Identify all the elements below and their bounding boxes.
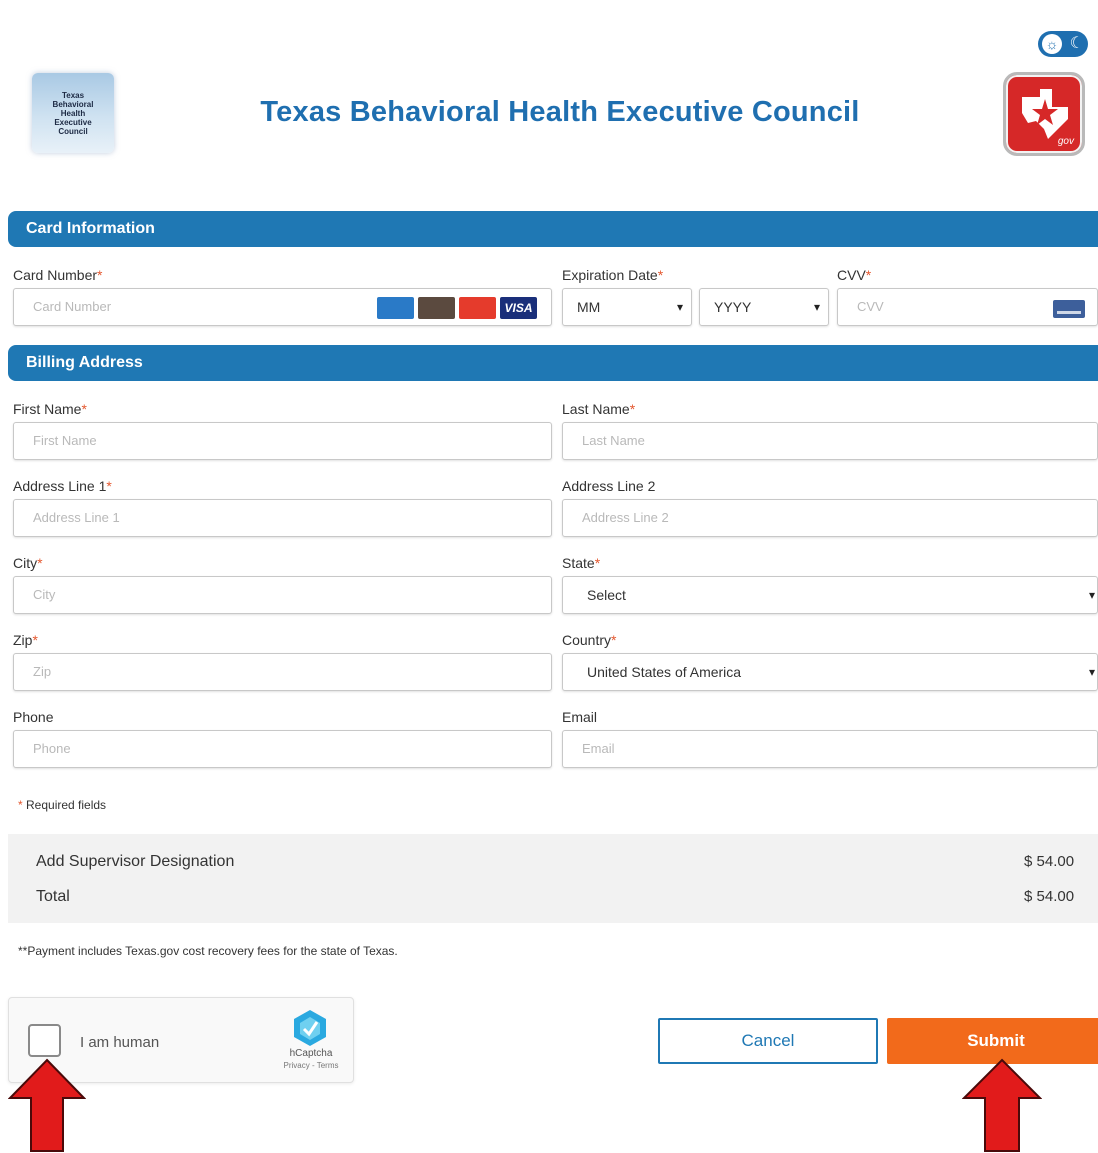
expiration-year-select[interactable]: YYYY ▾ [699,288,829,326]
phone-input[interactable]: Phone [13,730,552,768]
chevron-down-icon: ▾ [1088,665,1095,679]
country-select[interactable]: United States of America ▾ [562,653,1098,691]
texasgov-logo: gov [1003,72,1085,156]
cvv-placeholder: CVV [857,299,884,314]
expiration-month-select[interactable]: MM ▾ [562,288,692,326]
zip-input[interactable]: Zip [13,653,552,691]
council-logo-text: Texas Behavioral Health Executive Counci… [52,90,94,136]
cvv-label: CVV* [837,267,872,283]
annotation-arrow-submit [962,1058,1042,1152]
address-line-1-label: Address Line 1* [13,478,112,494]
card-number-label: Card Number* [13,267,103,283]
state-value: Select [587,587,626,603]
first-name-input[interactable]: First Name [13,422,552,460]
expiration-date-label: Expiration Date* [562,267,664,283]
moon-icon: ☾ [1069,35,1084,52]
country-value: United States of America [587,664,742,680]
phone-label: Phone [13,709,54,725]
state-label: State* [562,555,601,571]
city-input[interactable]: City [13,576,552,614]
amex-icon [377,297,414,319]
order-summary: Add Supervisor Designation $ 54.00 Total… [8,834,1098,923]
discover-icon [418,297,455,319]
billing-address-header: Billing Address [8,345,1098,381]
required-fields-note: * Required fields [18,798,107,812]
total-amount: $ 54.00 [1024,888,1075,905]
state-select[interactable]: Select ▾ [562,576,1098,614]
hcaptcha-logo-icon [294,1010,326,1046]
hcaptcha-brand: hCaptcha [289,1048,333,1059]
card-brand-logos: VISA [377,297,537,319]
fees-note: **Payment includes Texas.gov cost recove… [18,944,398,958]
cancel-button[interactable]: Cancel [658,1018,878,1064]
line-item-amount: $ 54.00 [1024,853,1075,870]
captcha-checkbox[interactable] [28,1024,61,1057]
sun-icon: ☼ [1042,34,1062,54]
last-name-label: Last Name* [562,401,636,417]
address-line-2-label: Address Line 2 [562,478,656,494]
chevron-down-icon: ▾ [676,300,683,314]
hcaptcha-links[interactable]: Privacy - Terms [275,1061,347,1070]
total-label: Total [36,888,70,905]
visa-icon: VISA [500,297,537,319]
texasgov-logo-text: gov [1057,136,1074,147]
card-information-header: Card Information [8,211,1098,247]
chevron-down-icon: ▾ [813,300,820,314]
card-number-input[interactable]: Card Number VISA [13,288,552,326]
annotation-arrow-captcha [8,1058,86,1152]
page-title: Texas Behavioral Health Executive Counci… [260,96,860,128]
zip-label: Zip* [13,632,38,648]
cvv-input[interactable]: CVV [837,288,1098,326]
last-name-input[interactable]: Last Name [562,422,1098,460]
city-label: City* [13,555,43,571]
cvv-card-icon [1053,300,1085,318]
chevron-down-icon: ▾ [1088,588,1095,602]
captcha-label: I am human [80,1034,160,1051]
country-label: Country* [562,632,617,648]
line-item-label: Add Supervisor Designation [36,853,235,870]
expiration-month-value: MM [577,299,601,315]
council-logo: Texas Behavioral Health Executive Counci… [32,73,114,153]
address-line-2-input[interactable]: Address Line 2 [562,499,1098,537]
first-name-label: First Name* [13,401,87,417]
expiration-year-value: YYYY [714,299,752,315]
email-input[interactable]: Email [562,730,1098,768]
address-line-1-input[interactable]: Address Line 1 [13,499,552,537]
card-number-placeholder: Card Number [33,299,112,314]
theme-toggle[interactable]: ☼ ☾ [1038,31,1088,57]
mastercard-icon [459,297,496,319]
email-label: Email [562,709,598,725]
